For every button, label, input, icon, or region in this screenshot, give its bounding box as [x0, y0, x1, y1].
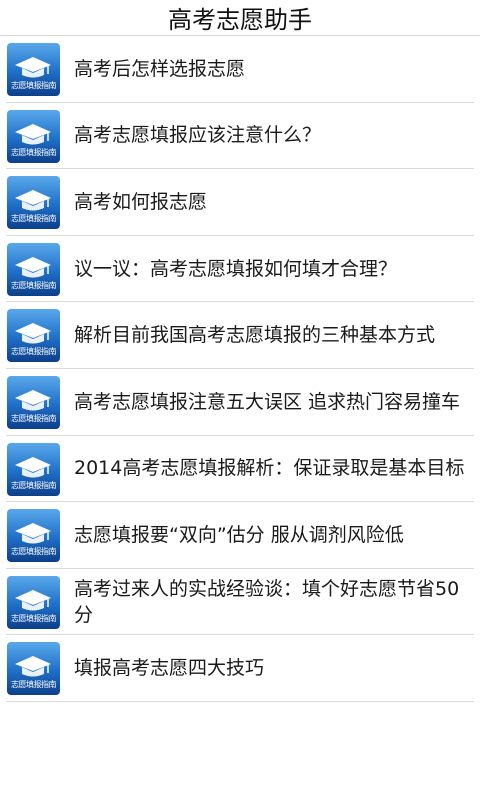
- list-item[interactable]: 志愿填报指南 高考后怎样选报志愿: [6, 36, 474, 103]
- graduation-cap-icon: 志愿填报指南: [7, 109, 60, 163]
- list-item-title: 高考过来人的实战经验谈：填个好志愿节省50分: [74, 577, 460, 626]
- list-item-title: 高考如何报志愿: [74, 190, 208, 213]
- graduation-cap-icon: 志愿填报指南: [7, 176, 60, 230]
- graduation-cap-icon: 志愿填报指南: [7, 43, 60, 96]
- list-item[interactable]: 志愿填报指南 高考过来人的实战经验谈：填个好志愿节省50分: [6, 569, 474, 636]
- list-item[interactable]: 志愿填报指南 高考如何报志愿: [6, 169, 474, 236]
- list-item-title: 高考后怎样选报志愿: [74, 57, 246, 80]
- thumb-caption: 志愿填报指南: [11, 613, 57, 623]
- graduation-cap-icon: 志愿填报指南: [7, 442, 60, 496]
- graduation-cap-icon: 志愿填报指南: [7, 642, 60, 696]
- list-item[interactable]: 志愿填报指南 高考志愿填报注意五大误区 追求热门容易撞车: [6, 369, 474, 436]
- list-item-title: 志愿填报要“双向”估分 服从调剂风险低: [74, 523, 404, 546]
- graduation-cap-icon: 志愿填报指南: [7, 375, 60, 429]
- article-list: 志愿填报指南 高考后怎样选报志愿 志愿填报指南 高考志愿填报应该注意什么？ 志愿…: [0, 36, 480, 702]
- list-item[interactable]: 志愿填报指南 议一议：高考志愿填报如何填才合理？: [6, 236, 474, 303]
- graduation-cap-icon: 志愿填报指南: [7, 509, 60, 563]
- list-item[interactable]: 志愿填报指南 高考志愿填报应该注意什么？: [6, 103, 474, 170]
- list-item-title: 2014高考志愿填报解析：保证录取是基本目标: [74, 457, 465, 480]
- list-item-title: 高考志愿填报注意五大误区 追求热门容易撞车: [74, 390, 461, 413]
- thumb-caption: 志愿填报指南: [11, 81, 57, 90]
- thumb-caption: 志愿填报指南: [11, 147, 57, 157]
- graduation-cap-icon: 志愿填报指南: [7, 242, 60, 296]
- list-item[interactable]: 志愿填报指南 2014高考志愿填报解析：保证录取是基本目标: [6, 436, 474, 503]
- thumb-caption: 志愿填报指南: [11, 280, 57, 290]
- list-item-title: 高考志愿填报应该注意什么？: [74, 124, 322, 147]
- list-item-title: 解析目前我国高考志愿填报的三种基本方式: [74, 324, 436, 347]
- graduation-cap-icon: 志愿填报指南: [7, 575, 60, 629]
- list-item[interactable]: 志愿填报指南 解析目前我国高考志愿填报的三种基本方式: [6, 302, 474, 369]
- list-item[interactable]: 志愿填报指南 志愿填报要“双向”估分 服从调剂风险低: [6, 502, 474, 569]
- thumb-caption: 志愿填报指南: [11, 347, 57, 357]
- thumb-caption: 志愿填报指南: [11, 547, 57, 557]
- thumb-caption: 志愿填报指南: [11, 413, 57, 423]
- list-item[interactable]: 志愿填报指南 填报高考志愿四大技巧: [6, 635, 474, 702]
- list-item-title: 填报高考志愿四大技巧: [74, 657, 265, 680]
- thumb-caption: 志愿填报指南: [11, 214, 57, 224]
- graduation-cap-icon: 志愿填报指南: [7, 309, 60, 363]
- thumb-caption: 志愿填报指南: [11, 480, 57, 490]
- list-item-title: 议一议：高考志愿填报如何填才合理？: [74, 257, 398, 280]
- thumb-caption: 志愿填报指南: [11, 680, 57, 690]
- page-title: 高考志愿助手: [0, 0, 480, 36]
